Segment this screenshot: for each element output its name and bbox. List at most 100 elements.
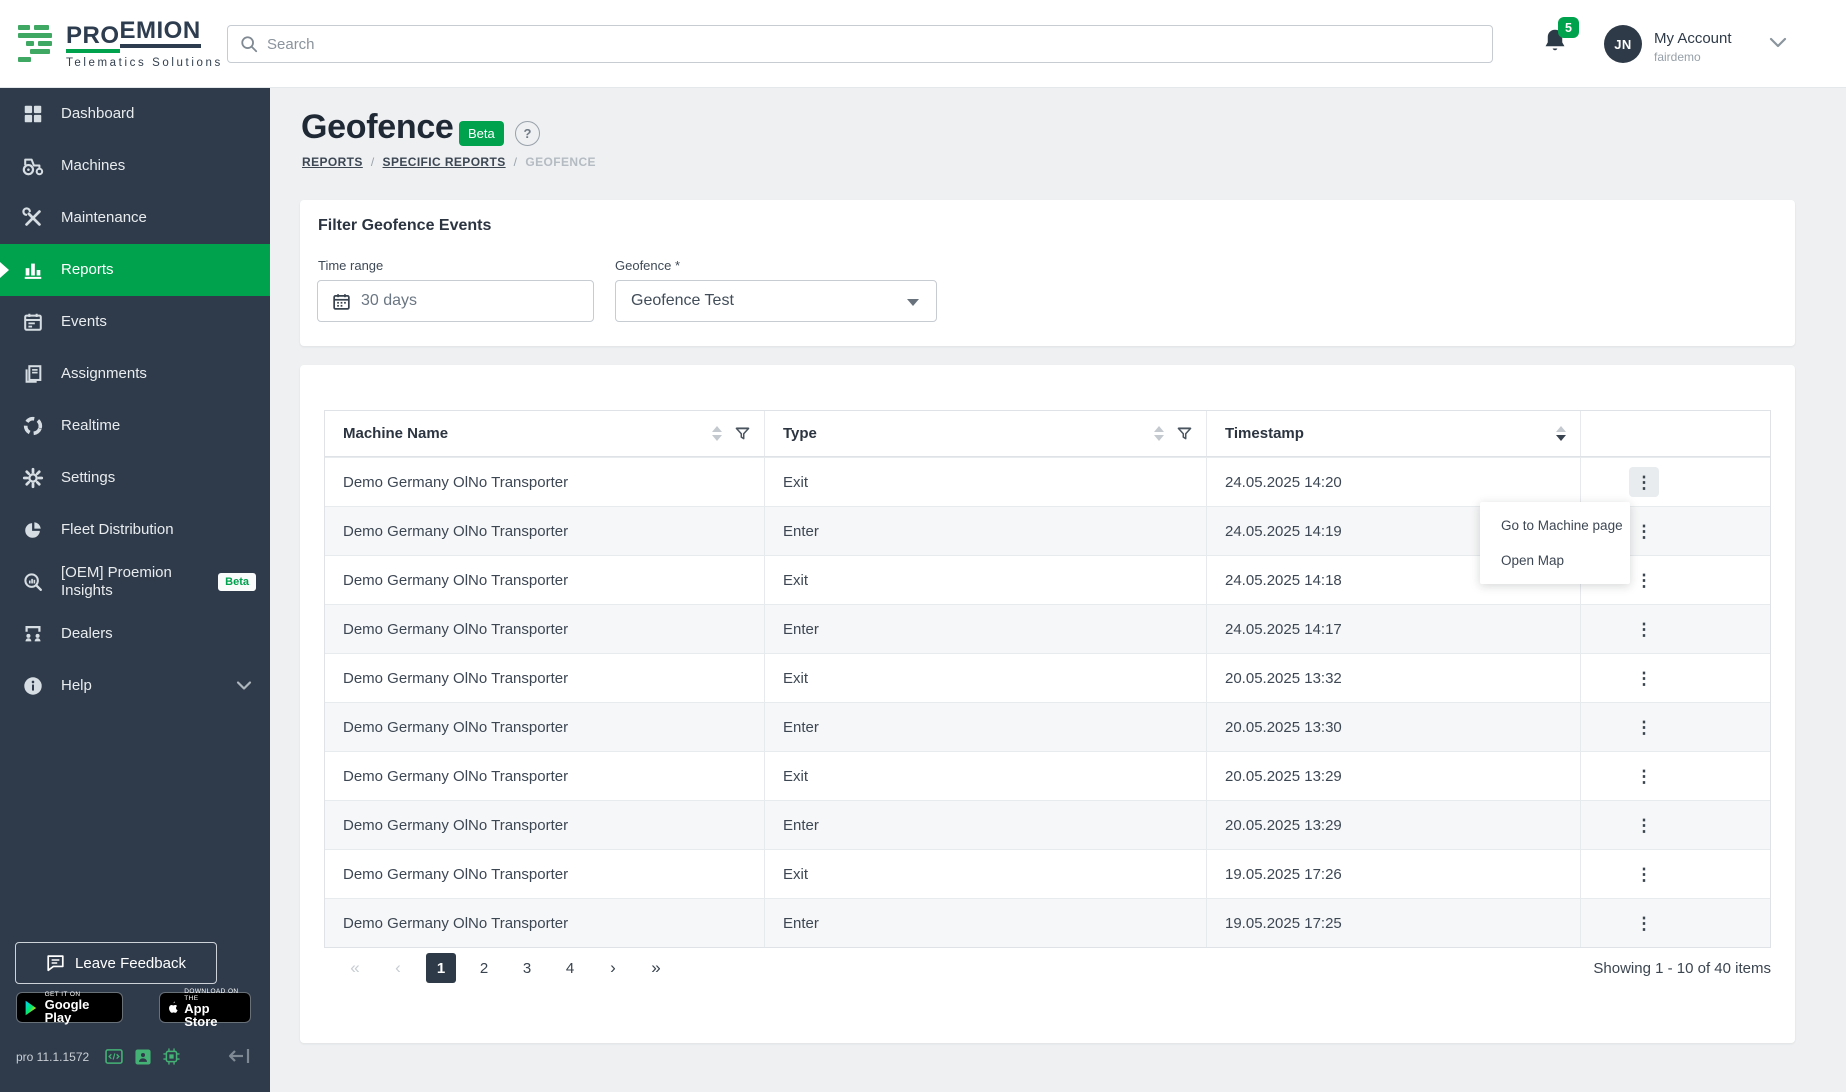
breadcrumb-specific-reports[interactable]: SPECIFIC REPORTS [383,155,506,169]
row-actions-kebab-icon[interactable]: ⋮ [1629,516,1659,546]
chip-icon[interactable] [163,1048,180,1065]
pagination-last-button[interactable]: » [641,953,671,983]
menu-item-open-map[interactable]: Open Map [1480,543,1630,578]
breadcrumb: REPORTS / SPECIFIC REPORTS / GEOFENCE [302,155,596,169]
cell-type: Exit [764,654,1206,702]
row-actions-kebab-icon[interactable]: ⋮ [1629,712,1659,742]
leave-feedback-button[interactable]: Leave Feedback [15,942,217,984]
notifications-button[interactable]: 5 [1541,17,1579,62]
column-header-machine-name[interactable]: Machine Name [325,411,764,456]
beta-badge-sidebar: Beta [218,573,256,591]
code-console-icon[interactable] [105,1049,123,1064]
pagination-summary: Showing 1 - 10 of 40 items [1593,960,1771,977]
sidebar-item-reports[interactable]: Reports [0,244,270,296]
sidebar-item-oem-proemion-insights[interactable]: [OEM] Proemion Insights Beta [0,556,270,608]
table-row: Demo Germany OlNo Transporter Exit 19.05… [325,849,1770,898]
geofence-select[interactable]: Geofence Test [615,280,937,322]
sidebar-item-dealers[interactable]: Dealers [0,608,270,660]
as-line1: Download on the [184,987,239,1002]
collapse-sidebar-icon[interactable] [226,1044,252,1068]
breadcrumb-reports[interactable]: REPORTS [302,155,363,169]
menu-item-go-to-machine-page[interactable]: Go to Machine page [1480,508,1630,543]
top-bar: PROEMION Telematics Solutions 5 JN My Ac… [0,0,1846,88]
gear-icon [20,467,46,489]
time-range-input[interactable]: 30 days [317,280,594,322]
filter-funnel-icon-type[interactable] [1177,426,1192,441]
active-item-arrow [0,262,9,278]
app-window: PROEMION Telematics Solutions 5 JN My Ac… [0,0,1846,1092]
sidebar-item-events[interactable]: Events [0,296,270,348]
help-question-icon[interactable]: ? [515,121,540,146]
breadcrumb-separator: / [370,155,375,169]
pagination-page-1[interactable]: 1 [426,953,456,983]
geofence-label: Geofence * [615,258,681,273]
notification-count-badge: 5 [1558,17,1579,38]
app-store-badge[interactable]: Download on the App Store [159,988,251,1028]
row-actions-kebab-icon[interactable]: ⋮ [1629,614,1659,644]
google-play-badge[interactable]: GET IT ON Google Play [16,991,123,1025]
filter-funnel-icon-machine-name[interactable] [735,426,750,441]
row-actions-kebab-icon[interactable]: ⋮ [1629,810,1659,840]
sidebar-item-label: Events [61,313,107,330]
select-caret-icon [907,299,919,306]
global-search[interactable] [227,25,1493,63]
sidebar-item-settings[interactable]: Settings [0,452,270,504]
tools-icon [20,207,46,229]
cell-type: Exit [764,458,1206,506]
pagination-first-button[interactable]: « [340,953,370,983]
sidebar-item-realtime[interactable]: Realtime [0,400,270,452]
pie-chart-icon [20,519,46,541]
brand-text: PRO EMION Telematics Solutions [66,18,223,69]
avatar[interactable]: JN [1604,25,1642,63]
bar-chart-icon [20,259,46,281]
feedback-label: Leave Feedback [75,954,186,972]
pagination-prev-button[interactable]: ‹ [383,953,413,983]
cell-type: Enter [764,507,1206,555]
cell-timestamp: 19.05.2025 17:26 [1206,850,1580,898]
page-title: Geofence [301,108,454,146]
search-input[interactable] [267,35,1367,53]
table-row: Demo Germany OlNo Transporter Enter 20.0… [325,702,1770,751]
feedback-chat-icon [46,954,65,972]
gp-line2: Google Play [44,997,90,1025]
row-actions-kebab-icon[interactable]: ⋮ [1629,565,1659,595]
sidebar-item-assignments[interactable]: Assignments [0,348,270,400]
breadcrumb-separator: / [513,155,518,169]
cell-type: Exit [764,752,1206,800]
column-label: Machine Name [343,425,449,442]
column-header-type[interactable]: Type [764,411,1206,456]
sidebar-item-fleet-distribution[interactable]: Fleet Distribution [0,504,270,556]
row-actions-kebab-icon[interactable]: ⋮ [1629,908,1659,938]
row-actions-kebab-icon[interactable]: ⋮ [1629,467,1659,497]
table-row: Demo Germany OlNo Transporter Exit 24.05… [325,457,1770,506]
column-header-timestamp[interactable]: Timestamp [1206,411,1580,456]
sidebar-item-label: Dashboard [61,105,135,122]
brand-tagline: Telematics Solutions [66,57,223,69]
tractor-icon [20,155,46,177]
brand-emion: EMION [119,19,201,48]
pagination-page-4[interactable]: 4 [555,953,585,983]
calendar-icon [332,292,351,311]
sort-icon-machine-name[interactable] [712,426,722,441]
cell-machine-name: Demo Germany OlNo Transporter [343,718,569,736]
sidebar-item-machines[interactable]: Machines [0,140,270,192]
account-menu-chevron-icon[interactable] [1768,36,1788,50]
brand-pro: PRO [66,18,120,53]
contact-card-icon[interactable] [135,1048,151,1065]
row-actions-kebab-icon[interactable]: ⋮ [1629,663,1659,693]
sidebar-item-dashboard[interactable]: Dashboard [0,88,270,140]
cell-timestamp: 20.05.2025 13:32 [1206,654,1580,702]
row-actions-kebab-icon[interactable]: ⋮ [1629,859,1659,889]
cell-type: Enter [764,899,1206,947]
sort-icon-type[interactable] [1154,426,1164,441]
pagination-page-3[interactable]: 3 [512,953,542,983]
sidebar-item-maintenance[interactable]: Maintenance [0,192,270,244]
row-actions-kebab-icon[interactable]: ⋮ [1629,761,1659,791]
cell-type: Enter [764,605,1206,653]
pagination-next-button[interactable]: › [598,953,628,983]
sort-icon-timestamp-desc[interactable] [1556,426,1566,441]
cell-timestamp: 24.05.2025 14:20 [1206,458,1580,506]
pagination-page-2[interactable]: 2 [469,953,499,983]
proemion-logo[interactable]: PRO EMION Telematics Solutions [18,18,223,69]
sidebar-item-help[interactable]: Help [0,660,270,712]
